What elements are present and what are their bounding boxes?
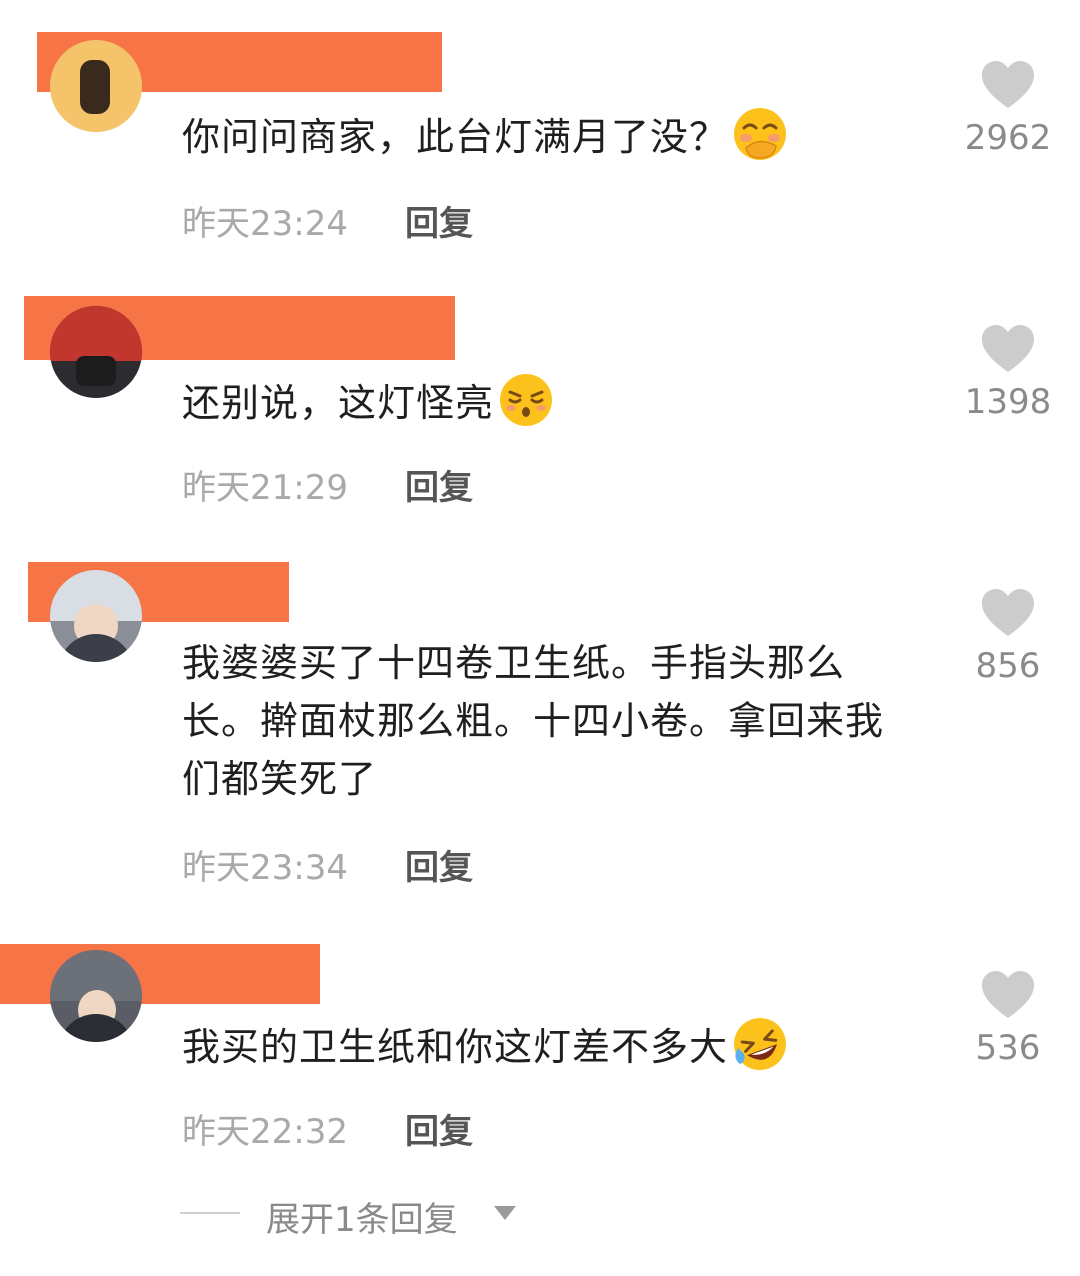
like-count: 2962 <box>964 118 1052 158</box>
triangle-down-icon <box>494 1206 516 1220</box>
reply-button[interactable]: 回复 <box>405 1104 473 1153</box>
avatar[interactable] <box>50 570 142 662</box>
comment-text: 还别说，这灯怪亮 <box>182 372 902 432</box>
kissing-face-with-closed-eyes-icon <box>500 374 553 426</box>
comment-time: 昨天22:32 <box>182 1112 348 1152</box>
like-count: 856 <box>975 646 1041 686</box>
smiling-face-with-hand-over-mouth-icon <box>734 108 787 160</box>
avatar[interactable] <box>50 950 142 1042</box>
username-redacted[interactable] <box>0 944 320 1004</box>
heart-icon <box>982 325 1034 372</box>
divider-line <box>180 1212 240 1214</box>
avatar[interactable] <box>50 306 142 398</box>
like-count: 1398 <box>964 382 1052 422</box>
comment-time: 昨天23:24 <box>182 204 348 244</box>
reply-button[interactable]: 回复 <box>405 196 473 245</box>
heart-icon <box>982 589 1034 636</box>
heart-icon <box>982 971 1034 1018</box>
reply-button[interactable]: 回复 <box>405 840 473 889</box>
heart-icon <box>982 61 1034 108</box>
comment-time: 昨天23:34 <box>182 848 348 888</box>
comment-text: 我买的卫生纸和你这灯差不多大 <box>182 1016 902 1076</box>
rolling-on-the-floor-laughing-icon <box>734 1018 787 1070</box>
avatar[interactable] <box>50 40 142 132</box>
comment-text: 你问问商家，此台灯满月了没？ <box>182 106 902 166</box>
comment-text: 我婆婆买了十四卷卫生纸。手指头那么长。擀面杖那么粗。十四小卷。拿回来我们都笑死了 <box>182 641 885 801</box>
expand-replies-label: 展开1条回复 <box>266 1200 458 1240</box>
comment-time: 昨天21:29 <box>182 468 348 508</box>
reply-button[interactable]: 回复 <box>405 460 473 509</box>
like-count: 536 <box>975 1028 1041 1068</box>
